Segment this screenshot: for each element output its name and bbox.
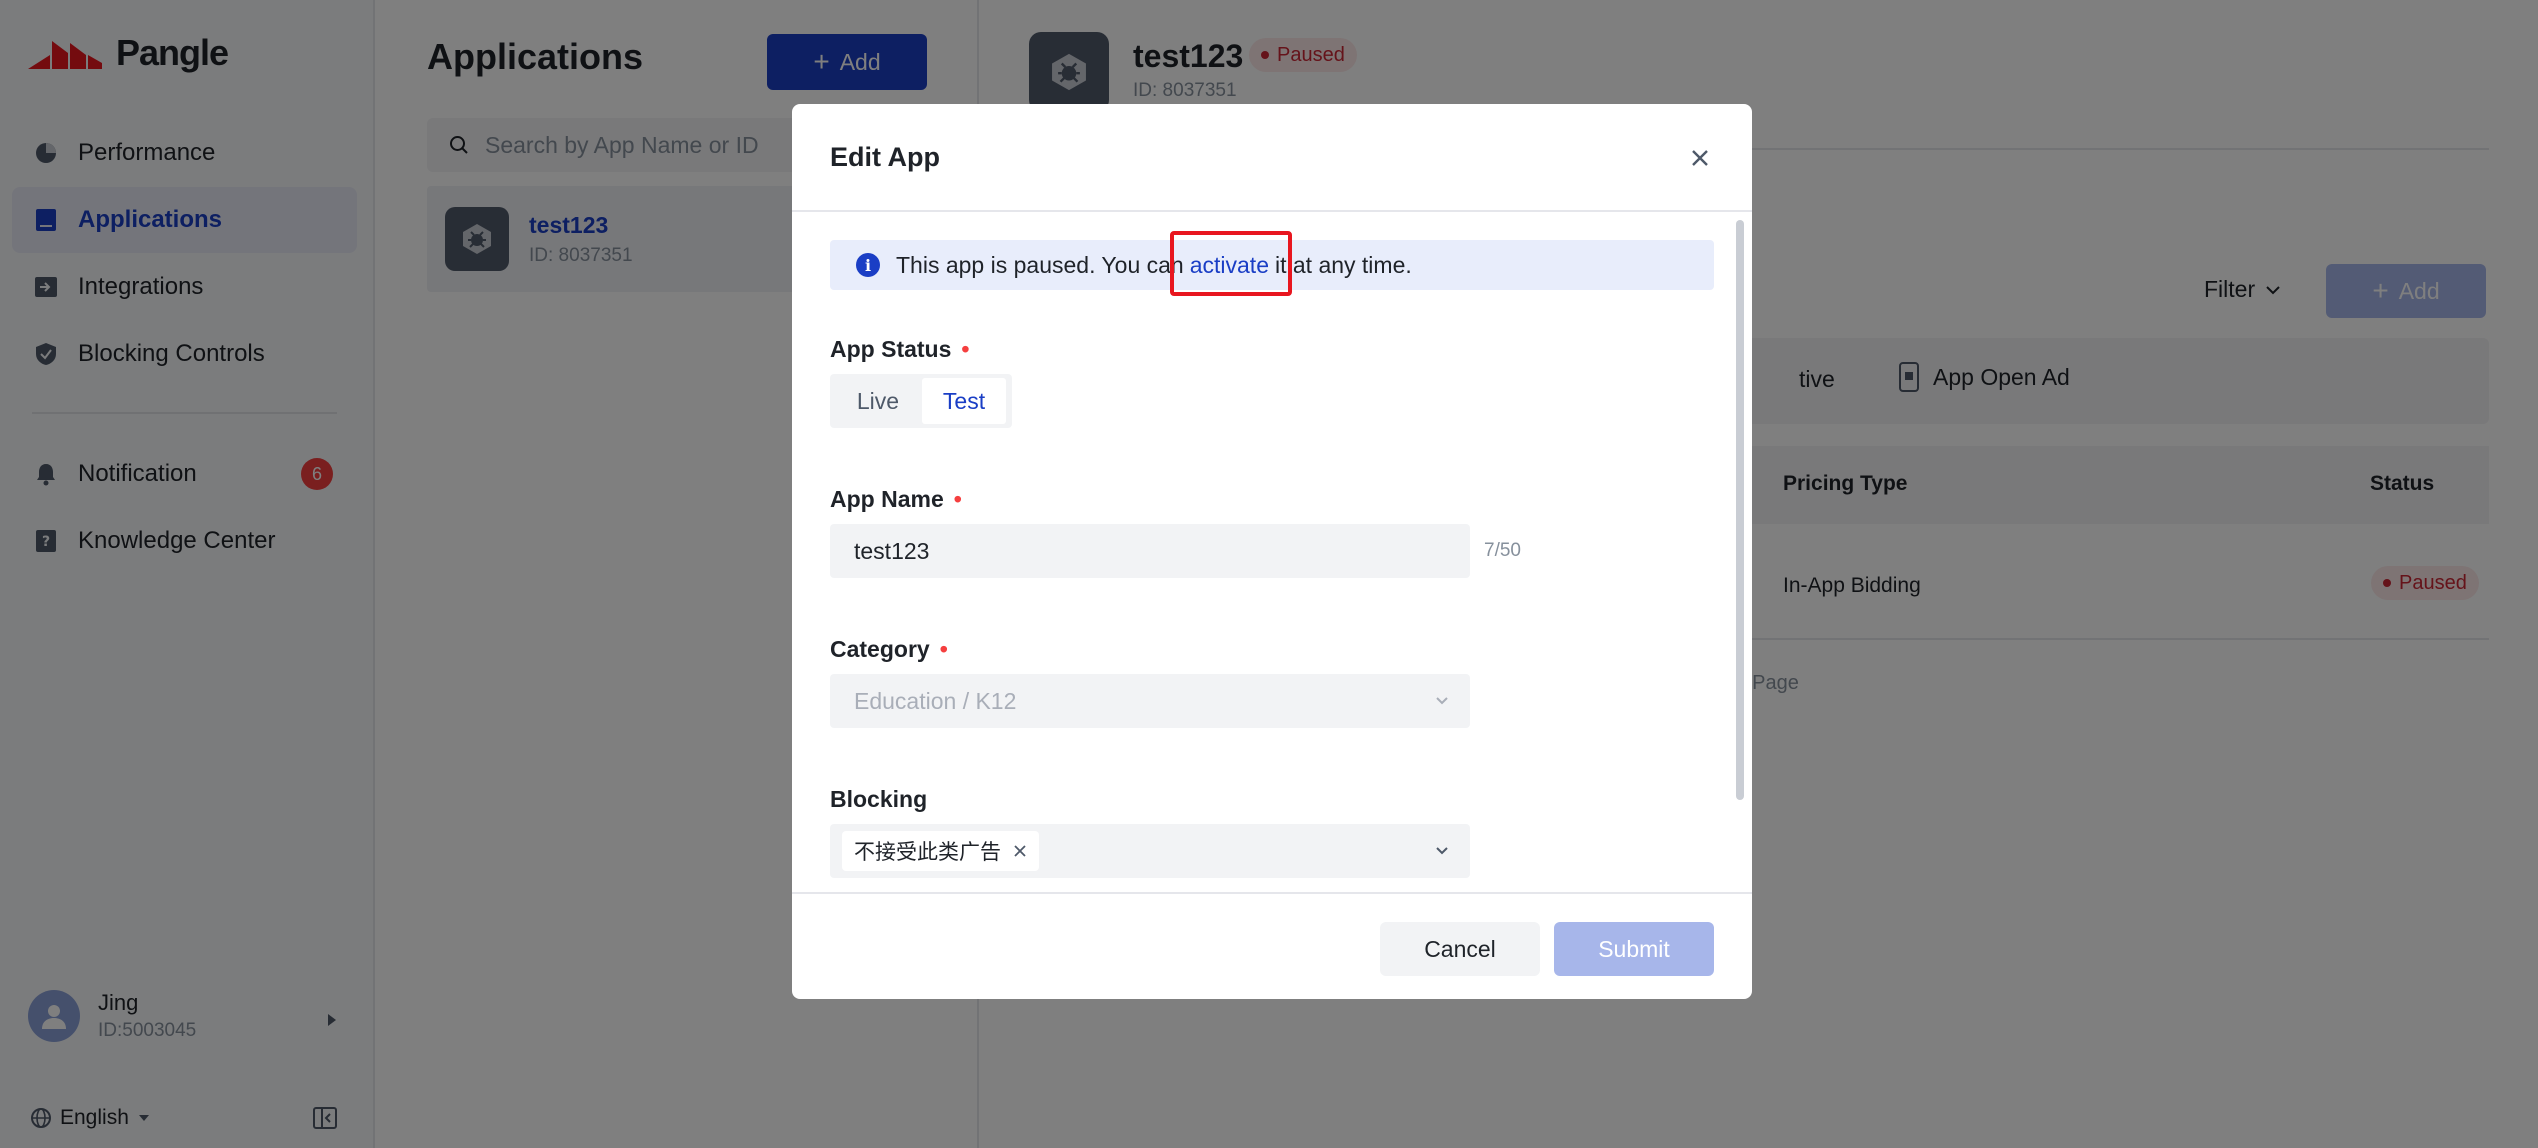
app-status-label: App Status •: [830, 336, 969, 363]
required-marker: •: [939, 636, 948, 662]
close-icon[interactable]: [1686, 144, 1714, 172]
alert-text-before: This app is paused. You can: [896, 251, 1184, 278]
app-name-label: App Name •: [830, 486, 962, 513]
activate-highlight-box: [1170, 231, 1292, 296]
category-label-text: Category: [830, 636, 930, 662]
app-name-label-text: App Name: [830, 486, 944, 512]
modal-title: Edit App: [830, 142, 940, 172]
app-status-toggle: Live Test: [830, 374, 1012, 428]
modal-footer: Cancel Submit: [792, 892, 1752, 999]
alert-text-after: it at any time.: [1274, 251, 1412, 278]
app-status-option-test[interactable]: Test: [922, 378, 1006, 424]
category-select: Education / K12: [830, 674, 1470, 728]
required-marker: •: [961, 336, 970, 362]
submit-button[interactable]: Submit: [1554, 922, 1714, 976]
category-value: Education / K12: [854, 687, 1017, 714]
blocking-select[interactable]: 不接受此类广告: [830, 824, 1470, 878]
app-name-value: test123: [854, 537, 930, 564]
category-label: Category •: [830, 636, 948, 663]
app-status-label-text: App Status: [830, 336, 952, 362]
modal-scrollbar[interactable]: [1736, 220, 1744, 800]
blocking-label: Blocking: [830, 786, 928, 812]
blocking-chip: 不接受此类广告: [842, 831, 1039, 871]
app-status-option-live[interactable]: Live: [834, 378, 922, 424]
cancel-button[interactable]: Cancel: [1380, 922, 1540, 976]
blocking-chip-label: 不接受此类广告: [854, 840, 1001, 864]
chevron-down-icon: [1436, 697, 1448, 705]
remove-chip-icon[interactable]: [1013, 844, 1027, 858]
app-name-char-counter: 7/50: [1484, 540, 1521, 561]
modal-header: Edit App: [792, 104, 1752, 212]
required-marker: •: [953, 486, 962, 512]
app-name-input[interactable]: test123: [830, 524, 1470, 578]
chevron-down-icon: [1436, 847, 1448, 855]
info-icon: i: [856, 253, 880, 277]
